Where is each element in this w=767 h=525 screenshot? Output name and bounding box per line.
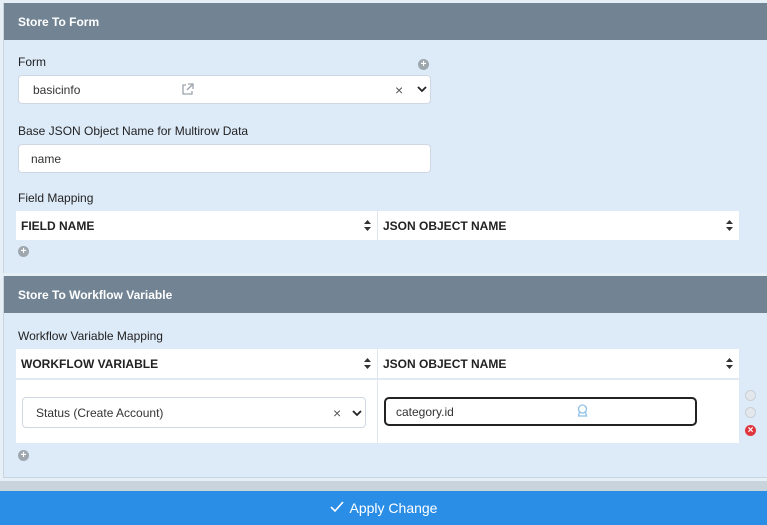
apply-change-button[interactable]: Apply Change (0, 491, 767, 525)
store-to-form-header: Store To Form (4, 3, 767, 40)
sort-arrows-icon[interactable] (364, 220, 371, 231)
chevron-down-icon[interactable] (352, 407, 362, 421)
check-icon (329, 500, 344, 516)
apply-change-label: Apply Change (349, 500, 438, 516)
form-select[interactable]: basicinfo × (18, 75, 431, 104)
external-link-icon[interactable] (181, 83, 194, 99)
workflow-variable-select[interactable]: Status (Create Account) × (22, 397, 366, 428)
column-json-object-name[interactable]: JSON OBJECT NAME (377, 211, 739, 240)
sort-arrows-icon[interactable] (726, 358, 733, 369)
workflow-mapping-grid-header: WORKFLOW VARIABLE JSON OBJECT NAME (16, 349, 739, 378)
json-object-input[interactable]: category.id (384, 397, 697, 426)
column-field-name[interactable]: FIELD NAME (16, 211, 377, 240)
base-json-label: Base JSON Object Name for Multirow Data (18, 124, 249, 138)
store-to-workflow-panel: Store To Workflow Variable Workflow Vari… (3, 276, 767, 478)
footer-divider (0, 481, 767, 491)
workflow-mapping-label: Workflow Variable Mapping (18, 329, 163, 343)
workflow-variable-cell: Status (Create Account) × (16, 380, 377, 443)
move-up-icon[interactable] (745, 390, 756, 401)
base-json-input[interactable]: name (18, 144, 431, 173)
chevron-down-icon[interactable] (417, 83, 427, 97)
add-form-plus-icon[interactable]: + (418, 59, 429, 70)
add-field-mapping-icon[interactable]: + (18, 246, 29, 257)
add-workflow-mapping-icon[interactable]: + (18, 450, 29, 461)
form-select-value: basicinfo (33, 82, 81, 97)
store-to-workflow-header: Store To Workflow Variable (4, 276, 767, 313)
json-object-cell: category.id (377, 380, 739, 443)
sort-arrows-icon[interactable] (726, 220, 733, 231)
autofill-helper-icon[interactable] (576, 404, 589, 420)
sort-arrows-icon[interactable] (364, 358, 371, 369)
column-json-object-name[interactable]: JSON OBJECT NAME (377, 349, 739, 378)
field-mapping-label: Field Mapping (18, 191, 94, 205)
store-to-form-panel: Store To Form Form + basicinfo × Base JS… (3, 3, 767, 273)
move-down-icon[interactable] (745, 407, 756, 418)
json-object-value: category.id (396, 404, 454, 419)
clear-x-icon[interactable]: × (395, 82, 403, 98)
workflow-variable-value: Status (Create Account) (36, 405, 164, 420)
table-row: Status (Create Account) × category.id (16, 379, 739, 443)
form-label: Form (18, 55, 46, 69)
field-mapping-grid-header: FIELD NAME JSON OBJECT NAME (16, 211, 739, 240)
remove-row-icon[interactable]: × (745, 425, 756, 436)
base-json-value: name (31, 151, 62, 166)
clear-x-icon[interactable]: × (333, 405, 341, 421)
column-workflow-variable[interactable]: WORKFLOW VARIABLE (16, 349, 377, 378)
